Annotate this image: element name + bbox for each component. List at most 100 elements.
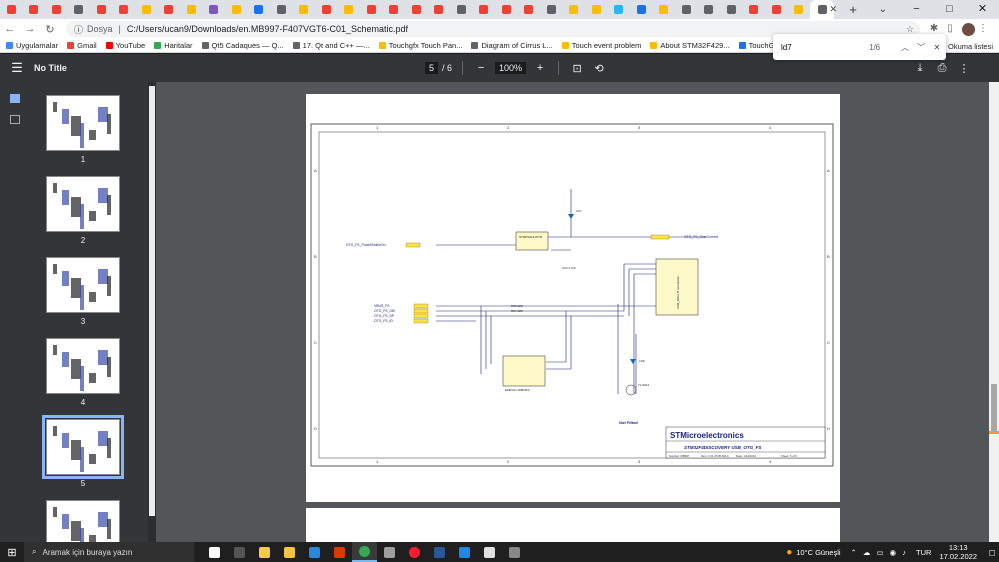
- info-icon[interactable]: ⓘ: [74, 23, 83, 36]
- taskbar-app[interactable]: [202, 542, 227, 562]
- scroll-thumb[interactable]: [991, 384, 997, 434]
- fit-page-icon[interactable]: ⊡: [569, 62, 585, 75]
- taskbar-app[interactable]: [227, 542, 252, 562]
- browser-tab[interactable]: [113, 0, 136, 19]
- browser-tab[interactable]: [45, 0, 68, 19]
- browser-tab[interactable]: [68, 0, 91, 19]
- browser-tab[interactable]: [720, 0, 743, 19]
- page-thumbnail[interactable]: 4: [46, 338, 120, 407]
- taskbar-app[interactable]: [502, 542, 527, 562]
- bookmark-item[interactable]: Touch event problem: [561, 41, 641, 50]
- pdf-viewer[interactable]: 1 1 2 2 3 3 4 4 A A B B C C D D STMPS2141STR USB_Micro-…: [156, 82, 989, 542]
- tray-icons[interactable]: ⌃ ☁ ▭ ◉ ♪: [851, 548, 909, 557]
- maximize-button[interactable]: □: [933, 0, 966, 19]
- browser-tab[interactable]: [563, 0, 586, 19]
- bookmark-item[interactable]: Diagram of Cirrus L...: [471, 41, 553, 50]
- zoom-input[interactable]: 100%: [495, 62, 527, 74]
- page-thumbnail[interactable]: 2: [46, 176, 120, 245]
- browser-tab[interactable]: [675, 0, 698, 19]
- browser-tab[interactable]: [630, 0, 653, 19]
- browser-tab[interactable]: [158, 0, 181, 19]
- bookmark-item[interactable]: 17. Qt and C++ —...: [292, 41, 370, 50]
- print-icon[interactable]: ⎙: [931, 62, 953, 75]
- thumbnails-icon[interactable]: [10, 94, 20, 103]
- browser-tab[interactable]: [338, 0, 361, 19]
- browser-tab[interactable]: [540, 0, 563, 19]
- tab-search-icon[interactable]: ⌄: [879, 4, 887, 15]
- weather-text[interactable]: 10°C Güneşli: [796, 548, 840, 557]
- find-input[interactable]: ld7: [781, 43, 869, 52]
- browser-tab[interactable]: [360, 0, 383, 19]
- menu-icon[interactable]: ☰: [0, 60, 34, 76]
- browser-tab[interactable]: [405, 0, 428, 19]
- reload-icon[interactable]: ↻: [40, 23, 60, 36]
- clock[interactable]: 13:13 17.02.2022: [939, 543, 977, 561]
- more-menu-icon[interactable]: ⋮: [975, 23, 991, 36]
- outline-icon[interactable]: [10, 115, 20, 124]
- browser-tab[interactable]: [788, 0, 811, 19]
- browser-tab[interactable]: [608, 0, 631, 19]
- taskbar-app[interactable]: [302, 542, 327, 562]
- page-thumbnail[interactable]: 3: [46, 257, 120, 326]
- bookmark-item[interactable]: About STM32F429...: [650, 41, 730, 50]
- back-icon[interactable]: ←: [0, 23, 20, 35]
- browser-tab[interactable]: [383, 0, 406, 19]
- page-number-input[interactable]: 5: [425, 62, 439, 74]
- browser-tab[interactable]: [315, 0, 338, 19]
- page-thumbnail[interactable]: 6: [46, 500, 120, 542]
- bookmark-item[interactable]: Gmail: [67, 41, 97, 50]
- browser-tab[interactable]: [135, 0, 158, 19]
- bookmark-item[interactable]: Touchgfx Touch Pan...: [378, 41, 462, 50]
- page-thumbnail[interactable]: 1: [46, 95, 120, 164]
- browser-tab[interactable]: [90, 0, 113, 19]
- browser-tab[interactable]: [698, 0, 721, 19]
- notifications-icon[interactable]: ▢: [985, 548, 999, 557]
- taskbar-app[interactable]: [477, 542, 502, 562]
- rotate-icon[interactable]: ⟲: [591, 62, 607, 75]
- browser-tab[interactable]: [765, 0, 788, 19]
- star-icon[interactable]: ☆: [906, 24, 914, 35]
- browser-tab[interactable]: [270, 0, 293, 19]
- forward-icon[interactable]: →: [20, 23, 40, 35]
- reading-list-button[interactable]: ☰ Okuma listesi: [938, 39, 993, 53]
- browser-tab[interactable]: [248, 0, 271, 19]
- taskbar-app[interactable]: [352, 542, 377, 562]
- browser-tab[interactable]: [0, 0, 23, 19]
- taskbar-app[interactable]: [377, 542, 402, 562]
- browser-tab[interactable]: [180, 0, 203, 19]
- browser-tab[interactable]: [225, 0, 248, 19]
- close-window-button[interactable]: ✕: [966, 0, 999, 19]
- taskbar-app[interactable]: [327, 542, 352, 562]
- find-close-icon[interactable]: ✕: [929, 43, 945, 52]
- taskbar-app[interactable]: [427, 542, 452, 562]
- close-tab-icon[interactable]: ✕: [829, 4, 837, 15]
- browser-tab[interactable]: [428, 0, 451, 19]
- taskbar-app[interactable]: [402, 542, 427, 562]
- bookmark-item[interactable]: Haritalar: [154, 41, 193, 50]
- zoom-out-icon[interactable]: −: [473, 62, 489, 74]
- taskbar-app[interactable]: [252, 542, 277, 562]
- avatar[interactable]: [962, 22, 975, 36]
- browser-tab[interactable]: [293, 0, 316, 19]
- find-prev-icon[interactable]: ︿: [897, 42, 913, 53]
- new-tab-icon[interactable]: +: [844, 2, 862, 17]
- browser-tab[interactable]: [653, 0, 676, 19]
- browser-tab[interactable]: [203, 0, 226, 19]
- browser-tab[interactable]: [743, 0, 766, 19]
- bookmark-item[interactable]: YouTube: [105, 41, 145, 50]
- browser-tab[interactable]: [518, 0, 541, 19]
- browser-tab[interactable]: [23, 0, 46, 19]
- more-actions-icon[interactable]: ⋮: [953, 62, 975, 75]
- zoom-in-icon[interactable]: +: [532, 62, 548, 74]
- page-thumbnail[interactable]: 5: [42, 415, 124, 488]
- language-indicator[interactable]: TUR: [916, 548, 931, 557]
- browser-tab[interactable]: [450, 0, 473, 19]
- minimize-button[interactable]: −: [900, 0, 933, 19]
- windows-start-icon[interactable]: ⊞: [0, 546, 24, 559]
- browser-tab[interactable]: [585, 0, 608, 19]
- bookmark-item[interactable]: Uygulamalar: [6, 41, 58, 50]
- bookmark-item[interactable]: Qt5 Cadaques — Q...: [201, 41, 284, 50]
- thumbnail-scrollbar[interactable]: [148, 82, 156, 542]
- taskbar-app[interactable]: [452, 542, 477, 562]
- download-icon[interactable]: ⤓: [909, 62, 931, 75]
